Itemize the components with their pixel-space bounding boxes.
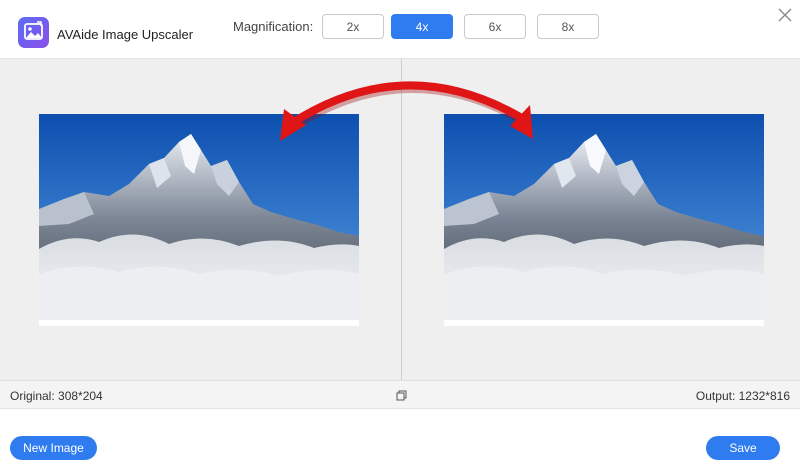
status-bar: Original: 308*204 Output: 1232*816 — [0, 380, 800, 409]
new-image-button[interactable]: New Image — [10, 436, 97, 460]
preview-divider — [401, 59, 402, 381]
app-title: AVAide Image Upscaler — [57, 27, 194, 42]
mountain-photo-original — [39, 114, 359, 320]
magnification-8x-button[interactable]: 8x — [537, 14, 599, 39]
compare-toggle-icon[interactable] — [396, 390, 407, 401]
upscaled-image — [444, 114, 764, 326]
magnification-6x-button[interactable]: 6x — [464, 14, 526, 39]
original-size-label: Original: 308*204 — [10, 389, 103, 403]
image-upscale-logo-icon — [18, 17, 49, 48]
magnification-label: Magnification: — [233, 19, 314, 34]
footer: New Image Save — [0, 409, 800, 471]
output-size-label: Output: 1232*816 — [695, 389, 790, 403]
magnification-4x-button[interactable]: 4x — [391, 14, 453, 39]
original-image — [39, 114, 359, 326]
mountain-photo-upscaled — [444, 114, 764, 320]
preview-area — [0, 58, 800, 381]
magnification-2x-button[interactable]: 2x — [322, 14, 384, 39]
save-button[interactable]: Save — [706, 436, 780, 460]
app-header: AVAide Image Upscaler Magnification: 2x … — [0, 0, 800, 58]
close-icon[interactable] — [776, 6, 794, 24]
